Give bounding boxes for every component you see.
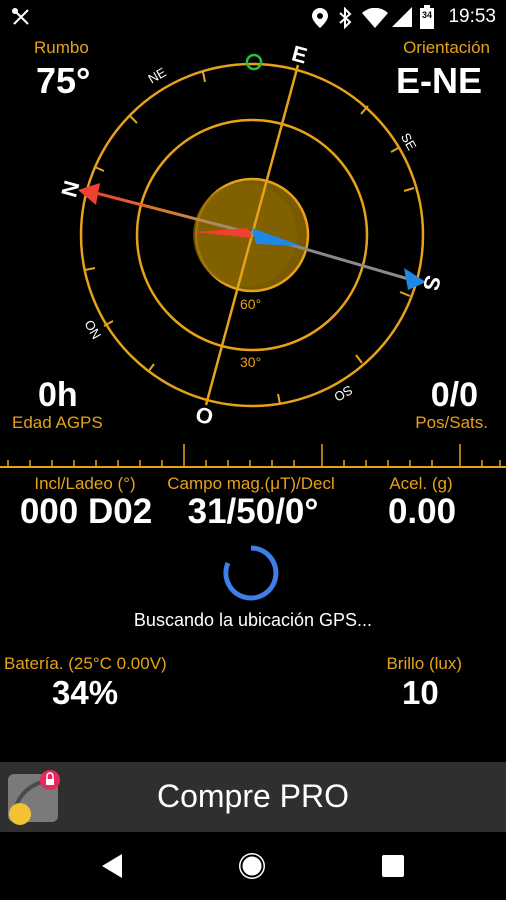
- compre-pro-banner[interactable]: Compre PRO: [0, 762, 506, 832]
- campo-value: 31/50/0°: [187, 492, 319, 531]
- loading-spinner-icon: [223, 545, 279, 601]
- wifi-icon: [362, 8, 388, 28]
- location-icon: [312, 8, 328, 28]
- agps-label: Edad AGPS: [12, 413, 103, 432]
- recents-icon[interactable]: [381, 854, 405, 878]
- campo-label: Campo mag.(μT)/Decl: [167, 474, 335, 493]
- signal-icon: [392, 7, 412, 27]
- navigation-bar: [0, 832, 506, 900]
- gps-target-icon: [245, 53, 263, 71]
- battery-value: 34%: [52, 674, 119, 711]
- home-icon[interactable]: [236, 850, 268, 882]
- ring-30-label: 30°: [240, 354, 262, 370]
- compre-pro-text[interactable]: Compre PRO: [0, 778, 506, 815]
- satellite-icon: [12, 8, 29, 25]
- battery-label: Batería. (25°C 0.00V): [4, 654, 167, 673]
- brightness-value: 10: [402, 674, 439, 711]
- status-bar: 34 19:53: [0, 0, 506, 36]
- ring-60-label: 60°: [240, 296, 262, 312]
- clock: 19:53: [448, 6, 496, 27]
- agps-value: 0h: [38, 376, 78, 414]
- acel-value: 0.00: [387, 492, 457, 531]
- gps-search-status: Buscando la ubicación GPS...: [133, 610, 373, 630]
- incl-label: Incl/Ladeo (°): [34, 474, 136, 493]
- heading-ruler: [0, 444, 506, 468]
- possats-value: 0/0: [430, 376, 478, 414]
- brightness-label: Brillo (lux): [386, 654, 462, 673]
- bluetooth-icon: [339, 7, 352, 29]
- possats-label: Pos/Sats.: [415, 413, 488, 432]
- acel-label: Acel. (g): [389, 474, 453, 493]
- back-icon[interactable]: [98, 852, 126, 880]
- incl-value: 000 D02: [19, 492, 153, 531]
- battery-level-text: 34: [421, 10, 432, 20]
